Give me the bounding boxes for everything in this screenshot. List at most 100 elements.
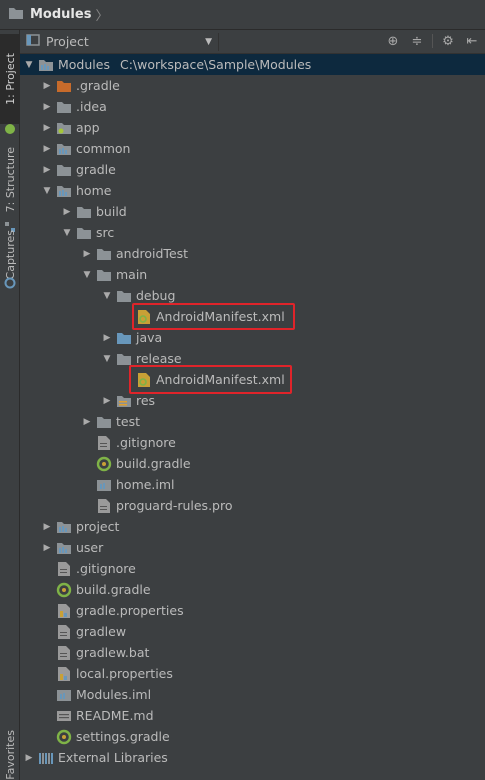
collapsed-arrow-icon[interactable]: ▶ — [40, 541, 54, 555]
expanded-arrow-icon[interactable]: ▼ — [100, 352, 114, 366]
collapsed-arrow-icon[interactable]: ▶ — [100, 331, 114, 345]
tree-item-label: .gradle — [76, 78, 120, 93]
tree-row-user[interactable]: ▶ user — [20, 537, 485, 558]
tree-item-label: External Libraries — [58, 750, 168, 765]
collapse-all-icon[interactable]: ≑ — [408, 32, 426, 50]
tool-window-actions: ⊕ ≑ ⚙ ⇤ — [384, 32, 481, 50]
expanded-arrow-icon[interactable]: ▼ — [22, 58, 36, 72]
collapsed-arrow-icon[interactable]: ▶ — [60, 205, 74, 219]
hide-panel-icon[interactable]: ⇤ — [463, 32, 481, 50]
collapsed-arrow-icon[interactable]: ▶ — [100, 394, 114, 408]
navigation-bar: Modules 〉 — [0, 0, 485, 30]
collapsed-arrow-icon[interactable]: ▶ — [40, 100, 54, 114]
gradle-file-icon — [56, 729, 72, 745]
tab-structure[interactable]: 7: Structure — [0, 140, 20, 220]
project-tool-window-header: Project ▼ ⊕ ≑ ⚙ ⇤ — [20, 30, 485, 54]
tree-row-gradle-dir[interactable]: ▶ .gradle — [20, 75, 485, 96]
tree-item-label: .gitignore — [116, 435, 176, 450]
tree-row-project[interactable]: ▶ project — [20, 516, 485, 537]
tree-item-label: src — [96, 225, 115, 240]
tree-row-root-gitignore[interactable]: .gitignore — [20, 558, 485, 579]
project-path: C:\workspace\Sample\Modules — [119, 57, 312, 72]
highlight-box-debug-manifest — [132, 303, 295, 330]
tree-row-external-libraries[interactable]: ▶ External Libraries — [20, 747, 485, 768]
tab-favorites[interactable]: Favorites — [0, 730, 20, 780]
tree-item-label: gradlew — [76, 624, 127, 639]
module-folder-icon — [38, 57, 54, 73]
breadcrumb-separator-icon: 〉 — [95, 9, 109, 24]
tree-row-gradlew[interactable]: gradlew — [20, 621, 485, 642]
expanded-arrow-icon[interactable]: ▼ — [40, 184, 54, 198]
tree-row-app[interactable]: ▶ app — [20, 117, 485, 138]
tree-row-gradlew-bat[interactable]: gradlew.bat — [20, 642, 485, 663]
collapsed-arrow-icon[interactable]: ▶ — [22, 751, 36, 765]
tree-item-label: build.gradle — [116, 456, 191, 471]
tree-item-label: main — [116, 267, 148, 282]
tree-row-common[interactable]: ▶ common — [20, 138, 485, 159]
view-selector-dropdown[interactable]: Project ▼ — [26, 32, 219, 51]
tree-item-label: home.iml — [116, 477, 175, 492]
tree-row-home-gitignore[interactable]: .gitignore — [20, 432, 485, 453]
tab-favorites-label: Favorites — [3, 730, 17, 780]
collapsed-arrow-icon[interactable]: ▶ — [80, 415, 94, 429]
tree-item-label: test — [116, 414, 141, 429]
tree-row-androidtest[interactable]: ▶ androidTest — [20, 243, 485, 264]
expanded-arrow-icon[interactable]: ▼ — [100, 289, 114, 303]
tree-item-label: java — [136, 330, 163, 345]
folder-icon — [76, 204, 92, 220]
tree-row-build[interactable]: ▶ build — [20, 201, 485, 222]
folder-icon — [96, 414, 112, 430]
folder-icon — [56, 162, 72, 178]
tree-row-java[interactable]: ▶ java — [20, 327, 485, 348]
tree-row-idea[interactable]: ▶ .idea — [20, 96, 485, 117]
folder-icon — [56, 78, 72, 94]
tree-row-home[interactable]: ▼ home — [20, 180, 485, 201]
expanded-arrow-icon[interactable]: ▼ — [80, 268, 94, 282]
expanded-arrow-icon[interactable]: ▼ — [60, 226, 74, 240]
tree-row-readme[interactable]: README.md — [20, 705, 485, 726]
tree-row-src[interactable]: ▼ src — [20, 222, 485, 243]
tree-row-home-build-gradle[interactable]: build.gradle — [20, 453, 485, 474]
tree-item-label: local.properties — [76, 666, 173, 681]
folder-icon — [116, 288, 132, 304]
tree-row-settings-gradle[interactable]: settings.gradle — [20, 726, 485, 747]
tree-row-main[interactable]: ▼ main — [20, 264, 485, 285]
collapsed-arrow-icon[interactable]: ▶ — [40, 520, 54, 534]
collapsed-arrow-icon[interactable]: ▶ — [40, 163, 54, 177]
tree-item-label: gradlew.bat — [76, 645, 150, 660]
breadcrumb-modules[interactable]: Modules — [30, 7, 91, 22]
tree-row-test[interactable]: ▶ test — [20, 411, 485, 432]
settings-gear-icon[interactable]: ⚙ — [439, 32, 457, 50]
collapsed-arrow-icon[interactable]: ▶ — [80, 247, 94, 261]
tree-item-label: settings.gradle — [76, 729, 170, 744]
text-file-icon — [96, 498, 112, 514]
text-file-icon — [56, 624, 72, 640]
captures-icon — [0, 276, 20, 290]
tab-project[interactable]: 1: Project — [0, 34, 20, 124]
properties-file-icon — [56, 666, 72, 682]
tree-row-root-build-gradle[interactable]: build.gradle — [20, 579, 485, 600]
tree-item-label: app — [76, 120, 100, 135]
tree-item-label: release — [136, 351, 182, 366]
scroll-from-source-icon[interactable]: ⊕ — [384, 32, 402, 50]
tree-row-gradle[interactable]: ▶ gradle — [20, 159, 485, 180]
tree-row-proguard[interactable]: proguard-rules.pro — [20, 495, 485, 516]
tree-row-gradle-properties[interactable]: gradle.properties — [20, 600, 485, 621]
tree-item-label: proguard-rules.pro — [116, 498, 233, 513]
tree-row-root[interactable]: ▼ Modules C:\workspace\Sample\Modules — [20, 54, 485, 75]
tree-row-local-properties[interactable]: local.properties — [20, 663, 485, 684]
project-tree[interactable]: ▼ Modules C:\workspace\Sample\Modules ▶ … — [20, 54, 485, 780]
tree-row-home-iml[interactable]: home.iml — [20, 474, 485, 495]
tree-item-label: Modules.iml — [76, 687, 152, 702]
tree-item-label: Modules — [58, 57, 110, 72]
folder-icon — [76, 225, 92, 241]
collapsed-arrow-icon[interactable]: ▶ — [40, 121, 54, 135]
collapsed-arrow-icon[interactable]: ▶ — [40, 142, 54, 156]
android-icon — [0, 122, 20, 136]
source-folder-icon — [116, 330, 132, 346]
properties-file-icon — [56, 603, 72, 619]
highlight-box-release-manifest — [129, 365, 292, 394]
collapsed-arrow-icon[interactable]: ▶ — [40, 79, 54, 93]
tree-row-modules-iml[interactable]: Modules.iml — [20, 684, 485, 705]
tree-item-label: project — [76, 519, 120, 534]
